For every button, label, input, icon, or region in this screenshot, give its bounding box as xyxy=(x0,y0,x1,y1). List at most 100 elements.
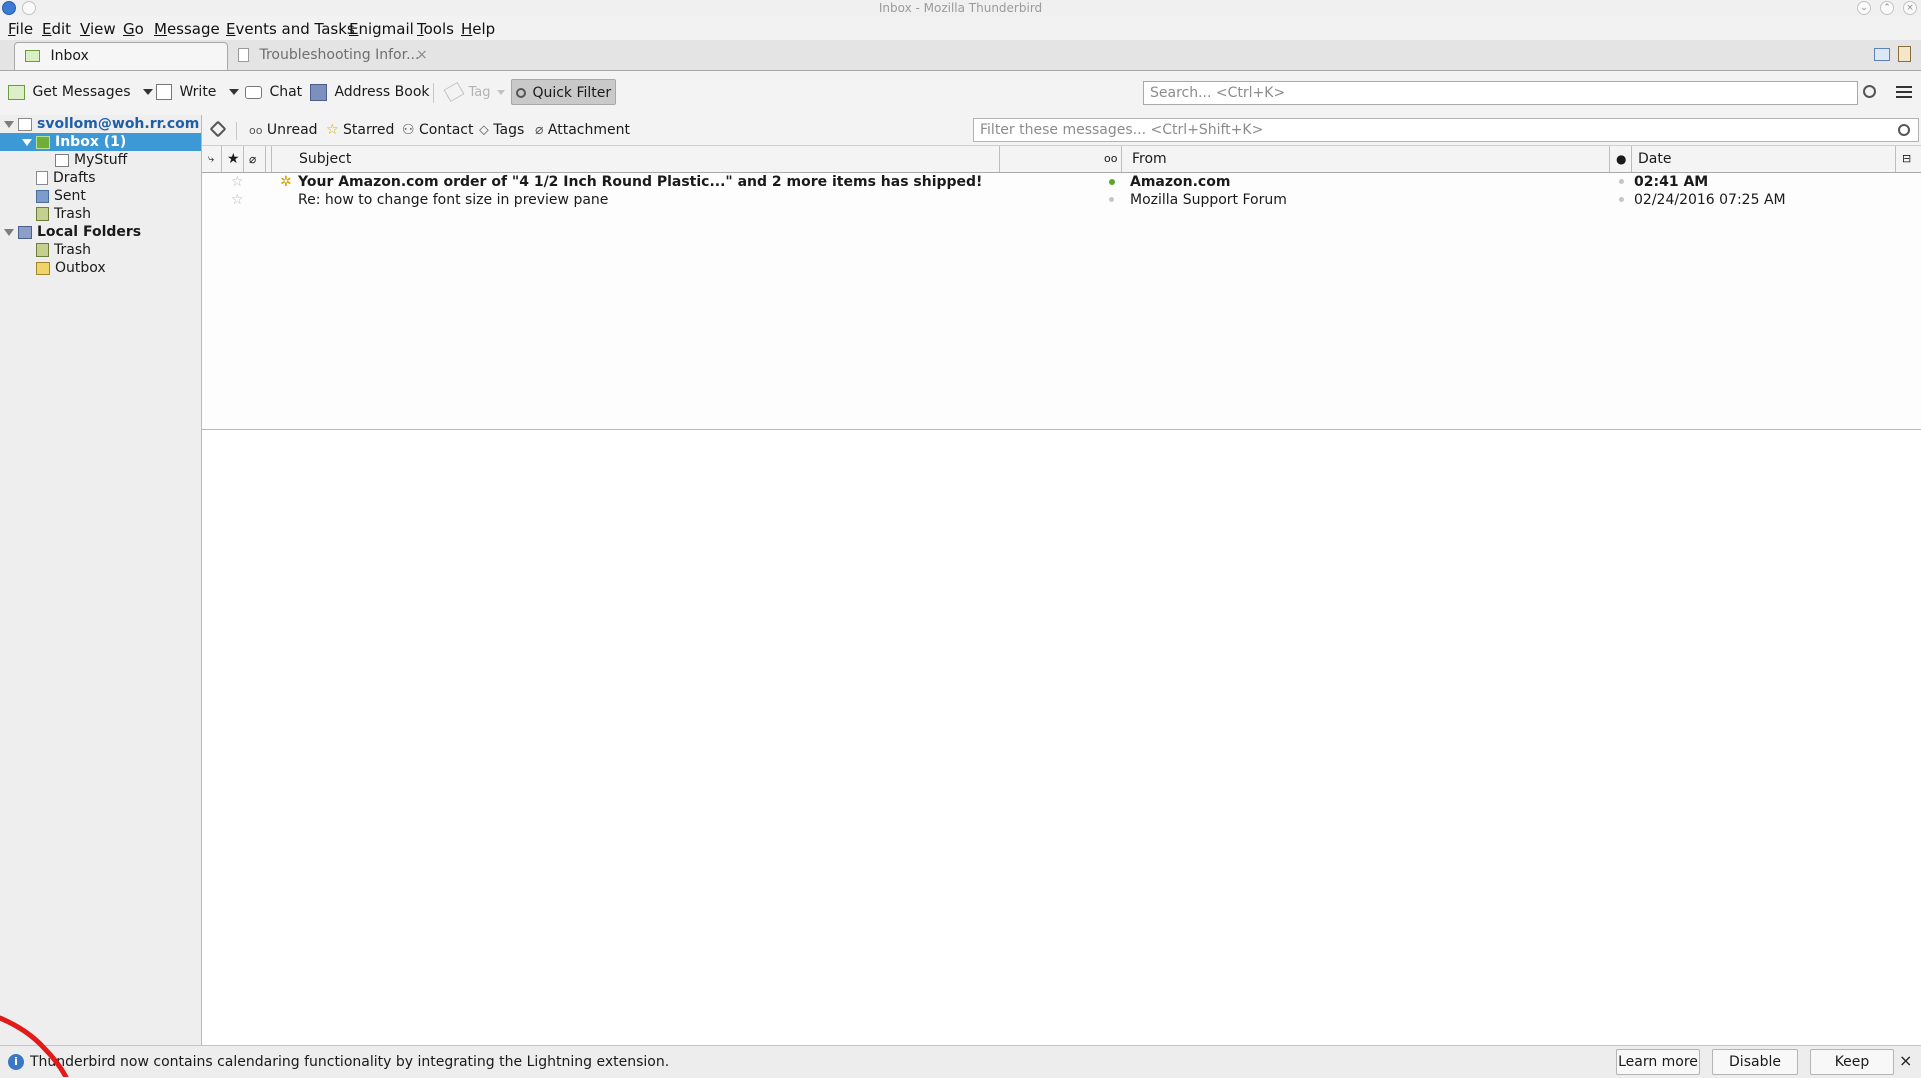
folder-local-trash[interactable]: Trash xyxy=(36,241,91,259)
unread-glasses-icon: oo xyxy=(249,124,263,137)
tab-bar: Inbox Troubleshooting Infor... × xyxy=(0,40,1921,71)
chevron-down-icon[interactable] xyxy=(142,89,153,95)
message-date: 02:41 AM xyxy=(1634,174,1709,190)
folder-label: svollom@woh.rr.com xyxy=(37,116,200,132)
get-messages-button[interactable]: Get Messages xyxy=(8,79,153,105)
menu-view[interactable]: View xyxy=(80,20,116,38)
menu-message[interactable]: Message xyxy=(154,20,220,38)
filter-unread-button[interactable]: oo Unread xyxy=(249,121,318,140)
paperclip-icon: ⌀ xyxy=(535,122,544,138)
starred-column-icon[interactable]: ★ xyxy=(222,146,244,172)
read-status-column-icon[interactable]: oo xyxy=(1100,146,1122,172)
table-row[interactable]: ☆ ✲ Your Amazon.com order of "4 1/2 Inch… xyxy=(202,173,1921,191)
notification-bar: i Thunderbird now contains calendaring f… xyxy=(0,1045,1921,1078)
read-dot-icon[interactable] xyxy=(1109,197,1114,202)
pin-icon[interactable] xyxy=(209,120,227,138)
address-book-button[interactable]: Address Book xyxy=(310,79,430,105)
calendar-icon[interactable] xyxy=(1874,48,1890,61)
date-column-header[interactable]: Date xyxy=(1632,146,1896,172)
filter-starred-label: Starred xyxy=(343,122,395,138)
filter-tags-button[interactable]: ⬦ Tags xyxy=(479,121,524,139)
menu-edit[interactable]: Edit xyxy=(42,20,71,38)
maximize-icon[interactable]: ⌃ xyxy=(1880,1,1894,15)
star-icon[interactable]: ☆ xyxy=(231,173,244,191)
global-search-input[interactable] xyxy=(1143,81,1858,105)
menu-events-and-tasks[interactable]: Events and Tasks xyxy=(226,20,355,38)
folder-local-folders[interactable]: Local Folders xyxy=(4,223,141,241)
folder-sent[interactable]: Sent xyxy=(36,187,86,205)
subject-column-header[interactable]: Subject xyxy=(272,146,1000,172)
filter-contact-button[interactable]: ⚇ Contact xyxy=(402,121,473,139)
write-label: Write xyxy=(179,84,217,100)
chat-button[interactable]: Chat xyxy=(245,79,302,105)
menu-enigmail[interactable]: Enigmail xyxy=(349,20,414,38)
folder-label: Outbox xyxy=(55,260,106,276)
tag-button[interactable]: Tag xyxy=(443,79,505,105)
magnifier-icon xyxy=(516,88,526,98)
from-column-header[interactable]: From xyxy=(1122,146,1610,172)
disable-button[interactable]: Disable xyxy=(1712,1049,1798,1075)
junk-dot-icon[interactable] xyxy=(1619,197,1624,202)
junk-status-column-icon[interactable]: ● xyxy=(1610,146,1632,172)
column-picker-icon[interactable]: ⊟ xyxy=(1896,146,1921,172)
message-preview-pane xyxy=(202,430,1921,1045)
menu-help[interactable]: Help xyxy=(461,20,495,38)
quick-filter-button[interactable]: Quick Filter xyxy=(511,79,617,105)
write-button[interactable]: Write xyxy=(156,79,239,105)
close-window-icon[interactable]: × xyxy=(1903,1,1917,15)
minimize-icon[interactable]: ⌄ xyxy=(1857,1,1871,15)
menu-tools[interactable]: Tools xyxy=(417,20,454,38)
get-messages-label: Get Messages xyxy=(32,84,131,100)
learn-more-button[interactable]: Learn more xyxy=(1616,1049,1700,1075)
table-row[interactable]: ☆ Re: how to change font size in preview… xyxy=(202,191,1921,209)
folder-drafts[interactable]: Drafts xyxy=(36,169,96,187)
filter-starred-button[interactable]: ☆ Starred xyxy=(326,121,394,139)
junk-dot-icon[interactable] xyxy=(1619,179,1624,184)
title-bar: Inbox - Mozilla Thunderbird ⌄ ⌃ × xyxy=(0,0,1921,17)
tab-inbox[interactable]: Inbox xyxy=(14,42,228,70)
twisty-icon[interactable] xyxy=(4,228,14,236)
outbox-icon xyxy=(36,261,50,275)
tag-icon xyxy=(443,81,465,103)
close-notification-icon[interactable]: × xyxy=(1899,1052,1912,1070)
menu-file[interactable]: File xyxy=(8,20,33,38)
address-book-label: Address Book xyxy=(334,84,430,100)
message-subject: Your Amazon.com order of "4 1/2 Inch Rou… xyxy=(298,174,983,190)
keep-button[interactable]: Keep xyxy=(1810,1049,1894,1075)
folder-account[interactable]: svollom@woh.rr.com xyxy=(4,115,199,133)
message-from: Mozilla Support Forum xyxy=(1130,192,1287,208)
star-icon[interactable]: ☆ xyxy=(231,191,244,209)
quick-filter-bar: oo Unread ☆ Starred ⚇ Contact ⬦ Tags ⌀ A… xyxy=(202,115,1921,146)
folder-label: Local Folders xyxy=(37,224,142,240)
folder-trash[interactable]: Trash xyxy=(36,205,91,223)
filter-attachment-button[interactable]: ⌀ Attachment xyxy=(535,121,630,139)
search-icon[interactable] xyxy=(1863,85,1876,98)
inbox-icon xyxy=(25,50,40,62)
attachment-column-icon[interactable]: ⌀ xyxy=(244,146,266,172)
tab-close-icon[interactable]: × xyxy=(416,42,428,68)
search-icon[interactable] xyxy=(1898,124,1910,136)
unread-dot-icon[interactable] xyxy=(1109,179,1115,185)
message-date: 02/24/2016 07:25 AM xyxy=(1634,192,1786,208)
tag-label: Tag xyxy=(468,85,491,100)
notification-text: Thunderbird now contains calendaring fun… xyxy=(30,1054,670,1070)
tasks-icon[interactable] xyxy=(1898,46,1911,62)
thread-column-icon[interactable]: ⤷ xyxy=(202,146,222,172)
chevron-down-icon[interactable] xyxy=(228,89,239,95)
twisty-icon[interactable] xyxy=(4,120,14,128)
folder-inbox[interactable]: Inbox (1) xyxy=(22,133,126,151)
message-list: ☆ ✲ Your Amazon.com order of "4 1/2 Inch… xyxy=(202,173,1921,429)
twisty-icon[interactable] xyxy=(22,138,32,146)
menu-go[interactable]: Go xyxy=(123,20,144,38)
folder-outbox[interactable]: Outbox xyxy=(36,259,106,277)
filter-messages-input[interactable] xyxy=(973,118,1919,142)
get-messages-icon xyxy=(8,84,25,100)
folder-mystuff[interactable]: MyStuff xyxy=(55,151,127,169)
hamburger-menu-icon[interactable] xyxy=(1896,86,1912,98)
menu-bar: File Edit View Go Message Events and Tas… xyxy=(0,16,1921,40)
inbox-icon xyxy=(36,135,50,149)
tab-troubleshooting[interactable]: Troubleshooting Infor... × xyxy=(230,42,428,70)
folder-pane: svollom@woh.rr.com Inbox (1) MyStuff Dra… xyxy=(0,115,202,1045)
filter-attachment-label: Attachment xyxy=(547,122,630,138)
folder-label: Inbox (1) xyxy=(55,134,127,150)
